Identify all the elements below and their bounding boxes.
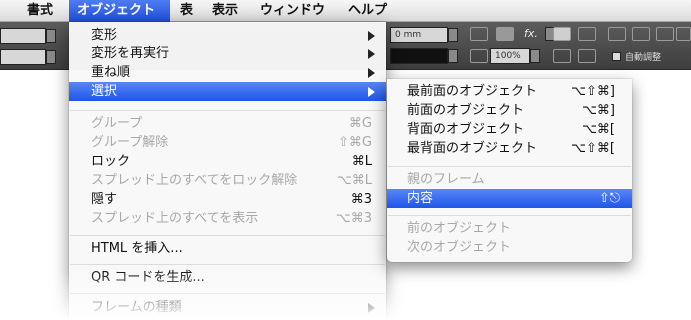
effects-icon[interactable]: fx. — [524, 27, 538, 40]
submenu-item-last-object-below[interactable]: 最背面のオブジェクト ⌥⇧⌘[ — [387, 139, 632, 158]
align-center-icon[interactable] — [578, 27, 596, 41]
menu-item-generate-qr[interactable]: QR コードを生成... — [69, 268, 386, 287]
menu-item-frame-type[interactable]: フレームの種類 — [69, 298, 386, 317]
submenu-item-next-object[interactable]: 次のオブジェクト — [387, 238, 632, 257]
menu-item-show-all[interactable]: スプレッド上のすべてを表示 ⌥⌘3 — [69, 209, 386, 228]
menu-item-label: 変形 — [91, 28, 118, 43]
menu-separator — [70, 293, 385, 294]
menu-separator — [388, 215, 631, 216]
menu-item-shortcut: ⌘L — [351, 154, 372, 169]
center-content-icon[interactable] — [656, 27, 674, 41]
submenu-item-first-object-above[interactable]: 最前面のオブジェクト ⌥⇧⌘] — [387, 82, 632, 101]
autofit-label: 自動調整 — [625, 53, 662, 63]
stroke-weight-field[interactable]: 0 mm — [390, 27, 448, 43]
submenu-item-next-object-below[interactable]: 背面のオブジェクト ⌥⌘[ — [387, 120, 632, 139]
menu-item-lock[interactable]: ロック ⌘L — [69, 152, 386, 171]
menu-item-label: スプレッド上のすべてをロック解除 — [91, 173, 298, 188]
left-dropdown-bottom[interactable] — [46, 50, 56, 64]
menu-item-label: 次のオブジェクト — [407, 240, 512, 255]
menu-item-shortcut: ⌥⌘L — [336, 173, 372, 188]
menu-item-shortcut: ⌘3 — [350, 192, 372, 207]
submenu-item-previous-object[interactable]: 前のオブジェクト — [387, 219, 632, 238]
menu-window[interactable]: ウィンドウ — [260, 0, 325, 22]
menu-item-label: 内容 — [407, 191, 434, 206]
submenu-item-content[interactable]: 内容 ⇧⎋ — [387, 189, 632, 208]
stroke-weight-dropdown[interactable] — [448, 28, 458, 42]
menu-item-label: スプレッド上のすべてを表示 — [91, 211, 259, 226]
menu-item-shortcut: ⌘G — [348, 116, 372, 131]
menu-item-transform[interactable]: 変形 — [69, 26, 386, 45]
opacity-icon — [470, 49, 488, 63]
menu-separator — [70, 110, 385, 111]
menu-item-insert-html[interactable]: HTML を挿入... — [69, 239, 386, 258]
menu-item-shortcut: ⌥⇧⌘[ — [571, 141, 615, 156]
menu-item-shortcut: ⇧⌘G — [338, 135, 372, 150]
submenu-item-container[interactable]: 親のフレーム — [387, 170, 632, 189]
menu-item-label: 変形を再実行 — [91, 46, 170, 61]
opacity-field[interactable]: 100% — [490, 48, 530, 64]
align-top-icon[interactable] — [553, 27, 571, 41]
menu-item-label: 選択 — [91, 84, 118, 99]
menu-item-label: QR コードを生成... — [91, 270, 205, 285]
menu-item-label: 重ね順 — [91, 65, 131, 80]
chevron-right-icon — [368, 68, 375, 78]
menu-format[interactable]: 書式 — [27, 0, 53, 22]
menu-item-shortcut: ⌥⌘] — [581, 103, 615, 118]
menu-item-label: フレームの種類 — [91, 300, 182, 315]
fit-content-icon[interactable] — [608, 27, 626, 41]
fill-proportional-icon[interactable] — [676, 27, 691, 41]
menu-item-label: 親のフレーム — [407, 172, 485, 187]
menu-item-select[interactable]: 選択 — [69, 82, 386, 101]
align-bottom-icon[interactable] — [553, 49, 571, 63]
align-justify-icon[interactable] — [578, 49, 596, 63]
menu-separator — [70, 235, 385, 236]
menu-item-unlock-all[interactable]: スプレッド上のすべてをロック解除 ⌥⌘L — [69, 171, 386, 190]
left-field-top[interactable] — [0, 28, 46, 44]
menu-separator — [70, 264, 385, 265]
menu-item-label: ロック — [91, 154, 131, 169]
menu-item-label: HTML を挿入... — [91, 241, 183, 256]
menu-item-shortcut: ⌥⌘3 — [335, 211, 372, 226]
menu-item-label: グループ解除 — [91, 135, 169, 150]
menu-item-label: 前面のオブジェクト — [407, 103, 525, 118]
menu-separator — [388, 166, 631, 167]
opacity-dropdown[interactable] — [530, 49, 540, 63]
fit-frame-icon[interactable] — [632, 27, 650, 41]
menu-table[interactable]: 表 — [180, 0, 193, 22]
chevron-right-icon — [368, 303, 375, 313]
fill-icon[interactable] — [496, 27, 514, 41]
chevron-right-icon — [368, 31, 375, 41]
menu-item-shortcut: ⌥⌘[ — [581, 122, 615, 137]
menu-bar: 書式 オブジェクト 表 表示 ウィンドウ ヘルプ — [0, 0, 691, 22]
menu-item-hide[interactable]: 隠す ⌘3 — [69, 190, 386, 209]
stroke-type-dropdown[interactable] — [448, 49, 458, 63]
frame-icon[interactable] — [470, 27, 488, 41]
menu-item-group[interactable]: グループ ⌘G — [69, 114, 386, 133]
select-submenu: 最前面のオブジェクト ⌥⇧⌘] 前面のオブジェクト ⌥⌘] 背面のオブジェクト … — [387, 79, 632, 262]
menu-item-label: グループ — [91, 116, 143, 131]
menu-help[interactable]: ヘルプ — [348, 0, 387, 22]
chevron-right-icon — [368, 87, 375, 97]
menu-item-label: 隠す — [91, 192, 118, 207]
menu-item-label: 最前面のオブジェクト — [407, 84, 538, 99]
menu-view[interactable]: 表示 — [212, 0, 238, 22]
left-dropdown-top[interactable] — [46, 29, 56, 43]
menu-item-label: 最背面のオブジェクト — [407, 141, 538, 156]
menu-item-label: 背面のオブジェクト — [407, 122, 525, 137]
menu-item-arrange[interactable]: 重ね順 — [69, 63, 386, 82]
menu-object[interactable]: オブジェクト — [69, 0, 170, 22]
chevron-right-icon — [368, 49, 375, 59]
menu-item-shortcut: ⌥⇧⌘] — [571, 84, 615, 99]
menu-item-ungroup[interactable]: グループ解除 ⇧⌘G — [69, 133, 386, 152]
menu-item-shortcut: ⇧⎋ — [598, 191, 620, 206]
autofit-checkbox[interactable] — [612, 52, 621, 61]
object-menu: 変形 変形を再実行 重ね順 選択 グループ ⌘G グループ解除 ⇧⌘G ロック … — [69, 22, 386, 320]
menu-item-transform-again[interactable]: 変形を再実行 — [69, 44, 386, 63]
stroke-type-field[interactable] — [390, 48, 448, 64]
left-field-bottom[interactable] — [0, 49, 46, 65]
submenu-item-next-object-above[interactable]: 前面のオブジェクト ⌥⌘] — [387, 101, 632, 120]
menu-item-label: 前のオブジェクト — [407, 221, 512, 236]
